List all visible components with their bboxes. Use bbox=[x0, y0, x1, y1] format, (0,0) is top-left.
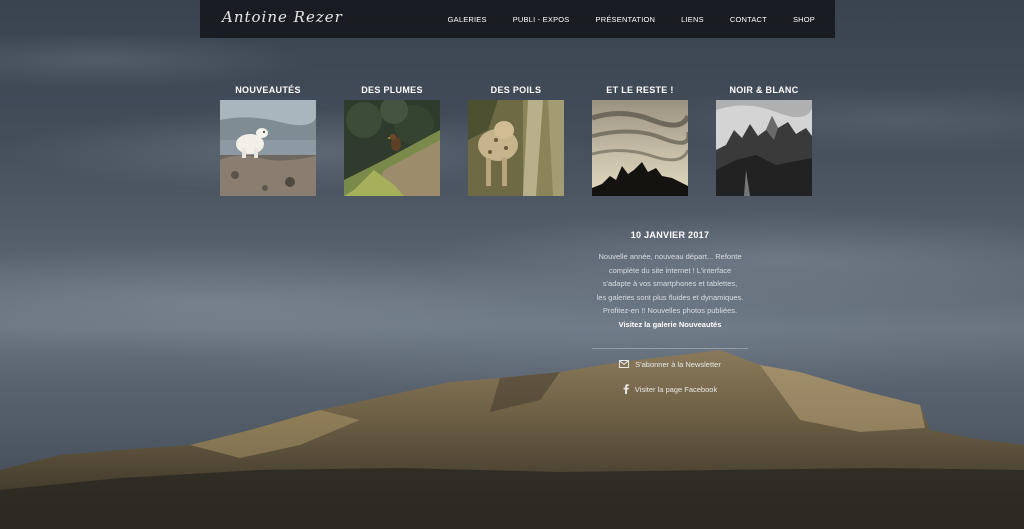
nav-contact[interactable]: CONTACT bbox=[717, 15, 780, 24]
envelope-icon bbox=[619, 359, 630, 370]
site-logo[interactable]: Antoine Rezer bbox=[222, 8, 343, 26]
news-date: 10 JANVIER 2017 bbox=[630, 230, 710, 240]
top-navigation-bar: Antoine Rezer GALERIES PUBLI - EXPOS PRÉ… bbox=[200, 0, 835, 38]
news-line: s'adapte à vos smartphones et tablettes, bbox=[602, 279, 738, 289]
visit-gallery-link[interactable]: Visitez la galerie Nouveautés bbox=[590, 318, 750, 332]
gallery-title[interactable]: NOUVEAUTÉS bbox=[220, 84, 316, 100]
gallery-et-le-reste[interactable]: ET LE RESTE ! bbox=[592, 84, 688, 196]
news-line: complète du site internet ! L'interface bbox=[608, 265, 732, 275]
lynx-photo[interactable] bbox=[468, 100, 564, 196]
news-line: les galeries sont plus fluides et dynami… bbox=[596, 292, 744, 302]
facebook-label: Visiter la page Facebook bbox=[634, 385, 718, 395]
gallery-title[interactable]: DES POILS bbox=[468, 84, 564, 100]
mountain-silhouette-photo[interactable] bbox=[592, 100, 688, 196]
divider bbox=[592, 347, 748, 349]
main-nav: GALERIES PUBLI - EXPOS PRÉSENTATION LIEN… bbox=[435, 0, 835, 38]
news-body: Nouvelle année, nouveau départ... Refont… bbox=[590, 250, 750, 318]
bird-photo[interactable] bbox=[344, 100, 440, 196]
gallery-des-poils[interactable]: DES POILS bbox=[468, 84, 564, 196]
mountain-background bbox=[0, 350, 1024, 529]
nav-liens[interactable]: LIENS bbox=[668, 15, 717, 24]
newsletter-label: S'abonner à la Newsletter bbox=[635, 360, 721, 370]
nav-galeries[interactable]: GALERIES bbox=[435, 15, 500, 24]
gallery-noir-blanc[interactable]: NOIR & BLANC bbox=[716, 84, 812, 196]
facebook-link[interactable]: Visiter la page Facebook bbox=[590, 384, 750, 396]
facebook-icon bbox=[623, 384, 629, 396]
news-line: Profitez-en !! Nouvelles photos publiées… bbox=[602, 306, 738, 316]
gallery-grid: NOUVEAUTÉS DES PLUMES DES POILS ET LE RE… bbox=[220, 84, 812, 196]
gallery-title[interactable]: NOIR & BLANC bbox=[716, 84, 812, 100]
nav-publi-expos[interactable]: PUBLI - EXPOS bbox=[500, 15, 583, 24]
gallery-nouveautes[interactable]: NOUVEAUTÉS bbox=[220, 84, 316, 196]
gallery-des-plumes[interactable]: DES PLUMES bbox=[344, 84, 440, 196]
polar-bear-photo[interactable] bbox=[220, 100, 316, 196]
nav-presentation[interactable]: PRÉSENTATION bbox=[583, 15, 669, 24]
bw-mountain-photo[interactable] bbox=[716, 100, 812, 196]
news-section: 10 JANVIER 2017 Nouvelle année, nouveau … bbox=[590, 230, 750, 396]
nav-shop[interactable]: SHOP bbox=[780, 15, 835, 24]
newsletter-link[interactable]: S'abonner à la Newsletter bbox=[590, 359, 750, 370]
gallery-title[interactable]: ET LE RESTE ! bbox=[592, 84, 688, 100]
news-line: Nouvelle année, nouveau départ... Refont… bbox=[598, 252, 742, 261]
gallery-title[interactable]: DES PLUMES bbox=[344, 84, 440, 100]
